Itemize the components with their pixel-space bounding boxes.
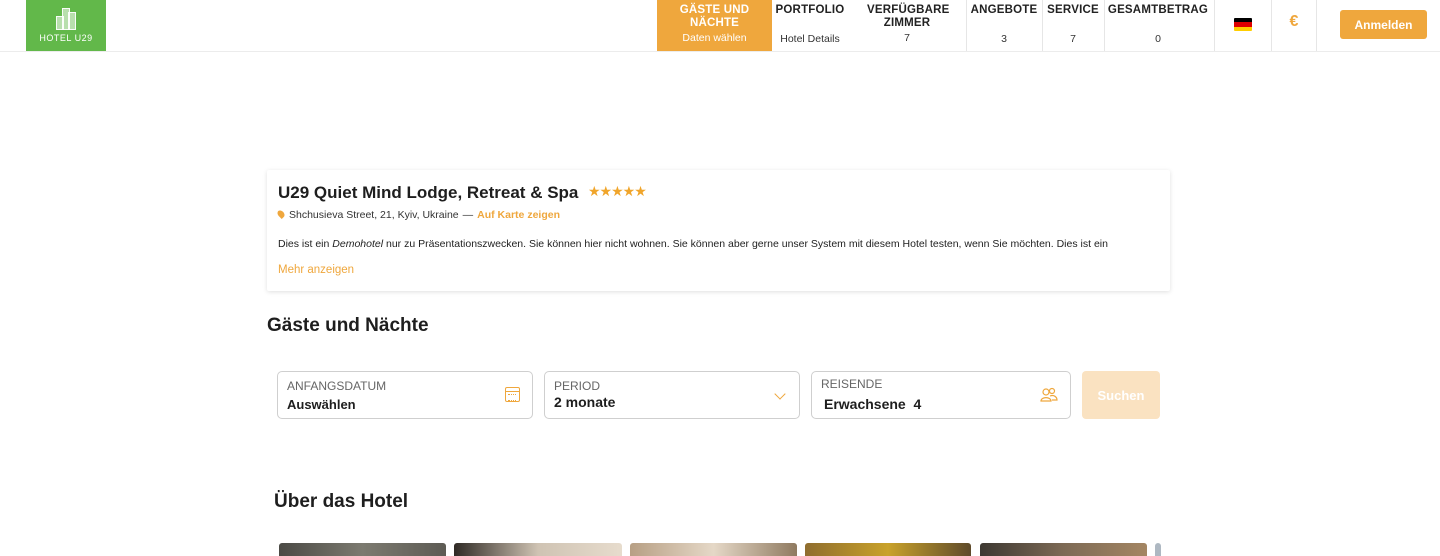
building-icon xyxy=(56,8,76,30)
description-text-start: Dies ist ein xyxy=(278,238,333,250)
nav-total-amount[interactable]: GESAMTBETRAG 0 xyxy=(1104,0,1212,51)
nav-portfolio[interactable]: PORTFOLIO Hotel Details xyxy=(772,0,848,51)
hotel-description: Dies ist ein Demohotel nur zu Präsentati… xyxy=(278,237,1158,251)
nav-offers[interactable]: ANGEBOTE 3 xyxy=(966,0,1042,51)
login-button[interactable]: Anmelden xyxy=(1340,10,1427,39)
nav-divider xyxy=(1214,0,1215,51)
gallery-image[interactable] xyxy=(980,543,1147,556)
nav-portfolio-sub: Hotel Details xyxy=(780,33,840,45)
nav-available-rooms-sub: 7 xyxy=(904,32,910,44)
gallery-image[interactable] xyxy=(454,543,622,556)
period-select[interactable]: PERIOD 2 monate xyxy=(544,371,800,419)
travelers-value: Erwachsene 4 xyxy=(824,396,922,412)
guests-nights-heading: Gäste und Nächte xyxy=(267,315,429,336)
nav-available-rooms[interactable]: VERFÜGBARE ZIMMER 7 xyxy=(848,0,966,51)
travelers-field[interactable]: REISENDE Erwachsene 4 xyxy=(811,371,1071,419)
description-text-end: nur zu Präsentationszwecken. Sie können … xyxy=(383,238,1108,250)
german-flag-icon[interactable] xyxy=(1234,18,1252,31)
nav-total-amount-title: GESAMTBETRAG xyxy=(1107,4,1209,16)
hotel-address-line: Shchusieva Street, 21, Kyiv, Ukraine — Auf… xyxy=(276,209,560,221)
map-pin-icon xyxy=(276,209,286,219)
chevron-down-icon xyxy=(774,388,786,400)
nav-divider xyxy=(1316,0,1317,51)
gallery-image[interactable] xyxy=(805,543,971,556)
nav-guests-nights-title: GÄSTE UND NÄCHTE xyxy=(679,4,750,29)
logo-text: HOTEL U29 xyxy=(39,33,93,43)
nav-total-amount-sub: 0 xyxy=(1155,33,1161,45)
show-on-map-link[interactable]: Auf Karte zeigen xyxy=(477,209,560,221)
period-label: PERIOD xyxy=(554,379,601,393)
about-hotel-heading: Über das Hotel xyxy=(274,491,409,512)
currency-euro-icon[interactable]: € xyxy=(1285,13,1303,35)
hotel-stars-rating: ★★★★★ xyxy=(588,183,647,199)
start-date-label: ANFANGSDATUM xyxy=(287,379,387,393)
nav-divider xyxy=(1042,0,1043,51)
nav-service-title: SERVICE xyxy=(1047,4,1099,16)
nav-available-rooms-title: VERFÜGBARE ZIMMER xyxy=(867,4,950,29)
gallery-image[interactable] xyxy=(279,543,446,556)
hotel-logo[interactable]: HOTEL U29 xyxy=(26,0,106,51)
separator-dash: — xyxy=(462,209,474,221)
description-demohotel: Demohotel xyxy=(332,238,384,250)
nav-guests-nights[interactable]: GÄSTE UND NÄCHTE Daten wählen xyxy=(657,0,772,51)
gallery-image[interactable] xyxy=(630,543,797,556)
nav-offers-sub: 3 xyxy=(1001,33,1007,45)
nav-service-sub: 7 xyxy=(1070,33,1076,45)
nav-portfolio-title: PORTFOLIO xyxy=(775,4,845,16)
nav-divider xyxy=(1271,0,1272,51)
hotel-name: U29 Quiet Mind Lodge, Retreat & Spa xyxy=(278,183,579,202)
nav-divider xyxy=(966,0,967,51)
period-value: 2 monate xyxy=(554,394,616,410)
nav-offers-title: ANGEBOTE xyxy=(970,4,1038,16)
show-more-link[interactable]: Mehr anzeigen xyxy=(278,264,354,276)
top-navigation-bar: HOTEL U29 GÄSTE UND NÄCHTE Daten wählen … xyxy=(0,0,1440,52)
travelers-label: REISENDE xyxy=(821,377,883,391)
nav-guests-nights-sub: Daten wählen xyxy=(682,32,747,44)
nav-service[interactable]: SERVICE 7 xyxy=(1042,0,1104,51)
hotel-info-card: U29 Quiet Mind Lodge, Retreat & Spa ★★★★… xyxy=(267,170,1170,291)
search-button[interactable]: Suchen xyxy=(1082,371,1160,419)
gallery-image[interactable] xyxy=(1155,543,1161,556)
nav-divider xyxy=(1104,0,1105,51)
calendar-icon xyxy=(505,387,520,402)
start-date-field[interactable]: ANFANGSDATUM Auswählen xyxy=(277,371,533,419)
people-icon xyxy=(1040,387,1058,402)
start-date-value: Auswählen xyxy=(287,397,356,412)
main-nav: GÄSTE UND NÄCHTE Daten wählen PORTFOLIO … xyxy=(657,0,1212,51)
hotel-address: Shchusieva Street, 21, Kyiv, Ukraine xyxy=(289,209,459,221)
